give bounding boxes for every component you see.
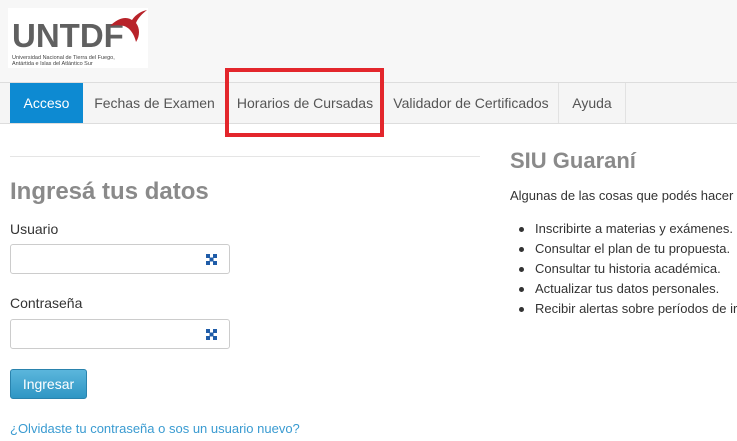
list-item: Inscribirte a materias y exámenes. (510, 219, 737, 239)
info-intro: Algunas de las cosas que podés hacer (510, 188, 734, 203)
nav-tab-ayuda[interactable]: Ayuda (559, 83, 626, 123)
usuario-label: Usuario (10, 221, 59, 237)
password-manager-icon[interactable] (206, 254, 217, 265)
nav-tab-validador-de-certificados[interactable]: Validador de Certificados (384, 83, 559, 123)
list-item: Consultar el plan de tu propuesta. (510, 239, 737, 259)
contrasena-label: Contraseña (10, 295, 83, 311)
usuario-input[interactable] (10, 244, 230, 274)
list-item: Consultar tu historia académica. (510, 259, 737, 279)
highlight-annotation-box (225, 68, 384, 137)
features-list: Inscribirte a materias y exámenes. Consu… (510, 219, 737, 319)
list-item: Recibir alertas sobre períodos de ir (510, 299, 737, 319)
bird-icon (110, 10, 147, 42)
login-title: Ingresá tus datos (10, 178, 209, 205)
divider (10, 156, 480, 157)
ingresar-button[interactable]: Ingresar (10, 369, 87, 399)
logo-subtitle: Universidad Nacional de Tierra del Fuego… (12, 55, 115, 67)
password-manager-icon[interactable] (206, 329, 217, 340)
nav-tab-acceso[interactable]: Acceso (10, 83, 83, 123)
list-item: Actualizar tus datos personales. (510, 279, 737, 299)
siu-guarani-title: SIU Guaraní (510, 148, 636, 173)
untdf-logo[interactable]: UNTDF Universidad Nacional de Tierra del… (8, 8, 148, 68)
contrasena-input[interactable] (10, 319, 230, 349)
nav-tab-fechas-de-examen[interactable]: Fechas de Examen (83, 83, 227, 123)
forgot-password-link[interactable]: ¿Olvidaste tu contraseña o sos un usuari… (10, 421, 300, 436)
